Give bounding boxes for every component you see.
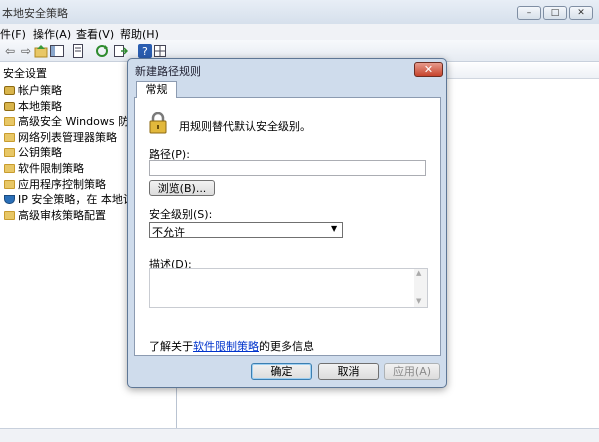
- forward-icon[interactable]: ⇨: [18, 43, 34, 59]
- minimize-button[interactable]: –: [517, 6, 541, 20]
- maximize-button[interactable]: □: [543, 6, 567, 20]
- tree-item-label: 帐户策略: [18, 84, 62, 97]
- tree-item-label: 本地策略: [18, 99, 62, 113]
- tree-item[interactable]: 网络列表管理器策略: [0, 130, 117, 145]
- status-bar: [0, 428, 599, 442]
- svg-text:?: ?: [142, 45, 148, 58]
- folder-icon: [4, 179, 15, 189]
- lock-folder-icon: [4, 86, 15, 95]
- folder-icon: [4, 117, 15, 127]
- general-tab-panel: 用规则替代默认安全级别。 路径(P): 浏览(B)... 安全级别(S): 不允…: [134, 97, 441, 356]
- tree-item[interactable]: 应用程序控制策略: [0, 177, 106, 192]
- ok-button[interactable]: 确定: [251, 363, 312, 380]
- browse-button[interactable]: 浏览(B)...: [149, 180, 215, 196]
- close-window-button[interactable]: ✕: [569, 6, 593, 20]
- description-scrollbar[interactable]: ▲ ▼: [414, 269, 427, 307]
- security-level-label: 安全级别(S):: [149, 208, 213, 221]
- grid-view-icon[interactable]: [152, 43, 168, 59]
- dialog-close-button[interactable]: ✕: [414, 62, 443, 77]
- tree-root[interactable]: 安全设置: [3, 66, 47, 81]
- tree-item[interactable]: 高级审核策略配置: [0, 208, 106, 223]
- software-restriction-link[interactable]: 软件限制策略: [193, 340, 259, 353]
- folder-icon: [4, 164, 15, 173]
- tree-item[interactable]: 公钥策略: [0, 145, 62, 160]
- dropdown-arrow-icon: ▼: [331, 224, 338, 233]
- back-icon[interactable]: ⇦: [2, 43, 18, 59]
- tree-item-label: 公钥策略: [18, 146, 62, 160]
- apply-button[interactable]: 应用(A): [384, 363, 440, 380]
- security-level-value: 不允许: [152, 226, 185, 239]
- menu-bar: 件(F) 操作(A) 查看(V) 帮助(H): [0, 24, 599, 41]
- tab-general[interactable]: 常规: [136, 81, 177, 98]
- lock-folder-icon: [4, 101, 15, 111]
- dialog-title: 新建路径规则: [135, 65, 201, 78]
- cancel-button[interactable]: 取消: [318, 363, 379, 380]
- help-icon[interactable]: ?: [137, 43, 153, 59]
- scroll-down-icon[interactable]: ▼: [416, 297, 421, 305]
- description-textarea[interactable]: ▲ ▼: [149, 268, 428, 308]
- tree-item-label: 应用程序控制策略: [18, 177, 106, 191]
- title-bar: 本地安全策略 – □ ✕: [0, 0, 599, 24]
- show-hide-tree-icon[interactable]: [49, 43, 65, 59]
- tree-item-label: 软件限制策略: [18, 162, 84, 175]
- tree-item[interactable]: 软件限制策略: [0, 161, 84, 176]
- scroll-up-icon[interactable]: ▲: [416, 269, 421, 277]
- info-line: 了解关于软件限制策略的更多信息: [149, 340, 314, 353]
- export-list-icon[interactable]: [112, 43, 129, 59]
- folder-icon: [4, 148, 15, 158]
- new-path-rule-dialog: 新建路径规则 ✕ 常规 用规则替代默认安全级别。 路径(P): 浏览(B)...…: [127, 58, 447, 388]
- properties-icon[interactable]: [70, 43, 86, 59]
- folder-icon: [4, 210, 15, 220]
- security-level-select[interactable]: 不允许 ▼: [149, 222, 343, 239]
- refresh-icon[interactable]: [94, 43, 110, 59]
- tree-item[interactable]: 本地策略: [0, 99, 62, 114]
- tree-item-label: 网络列表管理器策略: [18, 130, 117, 144]
- window-title: 本地安全策略: [2, 7, 68, 20]
- padlock-icon: [149, 112, 167, 134]
- rule-description: 用规则替代默认安全级别。: [179, 120, 311, 133]
- tree-item-label: 高级审核策略配置: [18, 208, 106, 222]
- ip-security-icon: [4, 195, 15, 205]
- tree-item[interactable]: 帐户策略: [0, 83, 62, 98]
- path-input[interactable]: [149, 160, 426, 176]
- up-folder-icon[interactable]: [33, 43, 49, 59]
- folder-icon: [4, 132, 15, 142]
